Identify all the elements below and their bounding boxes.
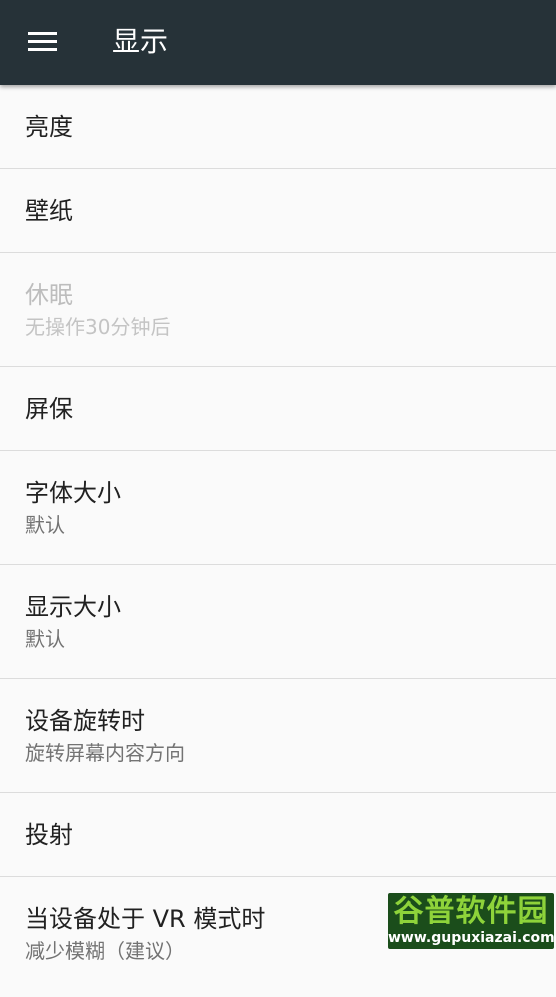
settings-list: 亮度 壁纸 休眠 无操作30分钟后 屏保 字体大小 默认 显示大小 默认 设备旋…: [0, 85, 556, 997]
hamburger-menu-icon[interactable]: [14, 14, 70, 70]
menu-icon-line: [28, 32, 57, 35]
setting-title: 显示大小: [25, 593, 121, 621]
app-toolbar: 显示: [0, 0, 556, 85]
setting-cast[interactable]: 投射: [0, 793, 556, 877]
watermark-url: www.gupuxiazai.com: [388, 930, 554, 946]
setting-summary: 旋转屏幕内容方向: [25, 741, 185, 765]
setting-summary: 默认: [25, 627, 65, 651]
setting-screensaver[interactable]: 屏保: [0, 367, 556, 451]
setting-title: 当设备处于 VR 模式时: [25, 905, 266, 933]
watermark-text: 谷普软件园: [393, 894, 549, 929]
setting-title: 字体大小: [25, 479, 121, 507]
setting-sleep[interactable]: 休眠 无操作30分钟后: [0, 253, 556, 367]
setting-device-rotation[interactable]: 设备旋转时 旋转屏幕内容方向: [0, 679, 556, 793]
setting-title: 屏保: [25, 395, 73, 423]
setting-title: 亮度: [25, 113, 73, 141]
setting-title: 壁纸: [25, 197, 73, 225]
setting-title: 设备旋转时: [25, 707, 145, 735]
menu-icon-line: [28, 48, 57, 51]
setting-title: 投射: [25, 821, 73, 849]
watermark-logo: 谷普软件园 www.gupuxiazai.com: [388, 893, 554, 949]
setting-summary: 无操作30分钟后: [25, 315, 171, 339]
setting-summary: 默认: [25, 513, 65, 537]
setting-summary: 减少模糊（建议）: [25, 939, 185, 963]
setting-font-size[interactable]: 字体大小 默认: [0, 451, 556, 565]
menu-icon-line: [28, 40, 57, 43]
setting-wallpaper[interactable]: 壁纸: [0, 169, 556, 253]
page-title: 显示: [112, 25, 169, 58]
setting-title: 休眠: [25, 281, 73, 309]
setting-brightness[interactable]: 亮度: [0, 85, 556, 169]
setting-display-size[interactable]: 显示大小 默认: [0, 565, 556, 679]
